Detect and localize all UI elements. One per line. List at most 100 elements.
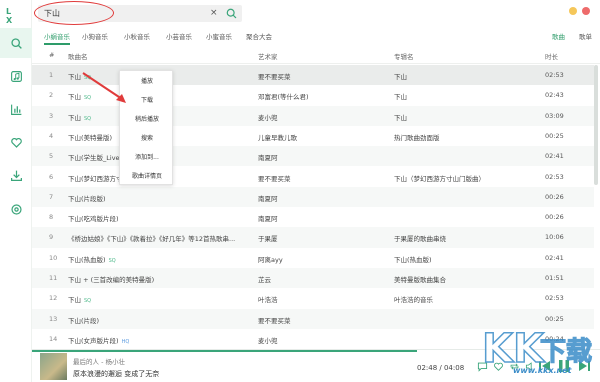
row-artist: 南夏阿 <box>258 154 278 163</box>
row-duration: 00:25 <box>545 131 564 140</box>
row-album: 下山(热血版) <box>394 255 432 264</box>
row-num: 11 <box>49 274 58 282</box>
search-icon[interactable] <box>225 7 238 20</box>
row-album: 下山（梦幻西游方寸山门版曲） <box>394 174 485 183</box>
row-artist: 南夏阿 <box>258 194 278 203</box>
row-name-text: 下山 <box>68 113 81 122</box>
playback-time: 02:48 / 04:08 <box>417 364 465 372</box>
row-duration: 02:53 <box>545 172 564 181</box>
row-name: 下山(吃鸡版片段) <box>68 215 119 224</box>
tab-source-6[interactable]: 聚合大会 <box>246 31 272 41</box>
tab-source-1[interactable]: 小蜗音乐 <box>44 31 70 41</box>
now-playing-title[interactable]: 最后的人 - 杨小壮 <box>73 356 125 366</box>
current-lyric: 原本浪漫的邂逅 变成了无奈 <box>73 370 160 378</box>
header-album: 专辑名 <box>394 53 414 61</box>
quality-badge: SQ <box>84 115 92 122</box>
sidebar-item-playlist[interactable] <box>0 61 32 91</box>
row-name-text: 下山 <box>68 296 81 305</box>
close-button[interactable] <box>582 7 590 15</box>
table-row[interactable]: 8 下山(吃鸡版片段) 南夏阿 00:26 <box>32 207 594 227</box>
table-row[interactable]: 12 下山 SQ 叶浩浩 叶浩浩的音乐 02:53 <box>32 288 594 308</box>
row-num: 2 <box>49 91 54 100</box>
table-row[interactable]: 9 《桥边姑娘》《下山》《款着拉》《好几年》等12首热歌串... 于果厦 于果厦… <box>32 227 594 248</box>
tab-source-2[interactable]: 小狗音乐 <box>82 31 108 41</box>
sidebar: L X <box>0 0 32 382</box>
row-duration: 03:09 <box>545 111 564 120</box>
row-name-text: 下山(女声版片段) <box>68 336 119 345</box>
row-name: 下山(片段版) <box>68 194 106 203</box>
row-num: 4 <box>49 131 54 140</box>
header-name: 歌曲名 <box>68 53 88 61</box>
row-album: 下山 <box>394 73 407 81</box>
row-duration: 00:26 <box>545 192 564 201</box>
row-num: 10 <box>49 253 58 262</box>
tab-source-5[interactable]: 小蜜音乐 <box>206 31 232 41</box>
annotation-ellipse <box>34 1 114 25</box>
row-num: 5 <box>49 152 54 161</box>
row-album: 下山 <box>394 113 407 122</box>
row-artist: 要不要买菜 <box>258 73 291 81</box>
menu-item-add-to[interactable]: 添加到... <box>120 148 174 167</box>
music-note-icon <box>10 70 22 82</box>
header: × <box>32 0 600 28</box>
row-duration: 02:53 <box>545 294 564 303</box>
row-duration: 10:06 <box>545 233 564 242</box>
sidebar-item-leaderboard[interactable] <box>0 94 32 124</box>
row-name: 下山(热血版) SQ <box>68 254 116 264</box>
row-album: 叶浩浩的音乐 <box>394 296 433 305</box>
row-artist: 邓富君(等什么君) <box>258 93 309 102</box>
row-duration: 02:53 <box>545 71 564 79</box>
tab-playlists[interactable]: 歌单 <box>579 31 592 41</box>
table-row[interactable]: 4 下山(美特曼版) 儿童早教儿歌 热门歌曲劲面版 00:25 <box>32 126 594 146</box>
progress-bar[interactable] <box>32 350 417 352</box>
settings-icon <box>10 203 22 215</box>
row-name: 下山(片段) <box>68 316 100 325</box>
table-row[interactable]: 11 下山 + (三首改编的美特曼版) 芷云 美特曼版歌曲集合 01:51 <box>32 268 594 289</box>
table-row[interactable]: 10 下山(热血版) SQ 阿离ayy 下山(热血版) 02:41 <box>32 248 594 268</box>
row-album: 热门歌曲劲面版 <box>394 133 440 142</box>
tab-source-4[interactable]: 小芸音乐 <box>166 31 192 41</box>
row-name: 下山 SQ <box>68 294 91 304</box>
menu-item-search[interactable]: 搜索 <box>120 129 174 148</box>
table-row[interactable]: 5 下山(学生版_Live) 南夏阿 02:41 <box>32 146 594 167</box>
tab-source-3[interactable]: 小秋音乐 <box>124 31 150 41</box>
quality-badge: HQ <box>121 338 130 345</box>
quality-badge: SQ <box>84 298 92 305</box>
row-name: 下山(美特曼版) <box>68 133 113 142</box>
row-artist: 要不要买菜 <box>258 174 291 183</box>
header-duration: 时长 <box>545 53 558 61</box>
row-artist: 南夏阿 <box>258 215 278 224</box>
row-name: 下山(女声版片段) HQ <box>68 335 129 345</box>
row-artist: 要不要买菜 <box>258 316 291 325</box>
sidebar-item-downloads[interactable] <box>0 160 32 190</box>
tab-songs[interactable]: 歌曲 <box>552 31 565 41</box>
table-row[interactable]: 3 下山 SQ 麦小兜 下山 03:09 <box>32 105 594 126</box>
row-duration: 01:51 <box>545 274 564 282</box>
chart-icon <box>10 104 21 115</box>
row-name: 下山(学生版_Live) <box>68 154 123 163</box>
menu-item-song-detail[interactable]: 歌曲详情页 <box>120 167 174 186</box>
menu-item-play-later[interactable]: 稍后播放 <box>120 110 174 129</box>
row-artist: 麦小兜 <box>258 336 278 345</box>
quality-badge: SQ <box>108 257 116 264</box>
svg-text:下载: 下载 <box>540 337 592 367</box>
row-num: 1 <box>49 71 54 79</box>
row-name: 下山 SQ <box>68 112 91 122</box>
row-num: 14 <box>49 334 58 343</box>
header-num: # <box>49 51 55 59</box>
minimize-button[interactable] <box>569 7 577 15</box>
row-duration: 02:41 <box>545 253 564 262</box>
row-duration: 02:41 <box>545 152 564 161</box>
sidebar-item-search[interactable] <box>0 28 32 58</box>
clear-icon[interactable]: × <box>210 8 218 18</box>
sidebar-item-favorites[interactable] <box>0 127 32 157</box>
row-num: 12 <box>49 294 58 303</box>
album-cover[interactable] <box>40 353 67 380</box>
table-row[interactable]: 7 下山(片段版) 南夏阿 00:26 <box>32 186 594 208</box>
list-scrollbar[interactable] <box>594 65 598 185</box>
row-album: 美特曼版歌曲集合 <box>394 276 446 284</box>
row-artist: 叶浩浩 <box>258 296 278 305</box>
table-row[interactable]: 6 下山(梦幻西游方寸山门) 要不要买菜 下山（梦幻西游方寸山门版曲） 02:5… <box>32 167 594 187</box>
sidebar-item-settings[interactable] <box>0 194 32 224</box>
row-num: 7 <box>49 192 54 201</box>
